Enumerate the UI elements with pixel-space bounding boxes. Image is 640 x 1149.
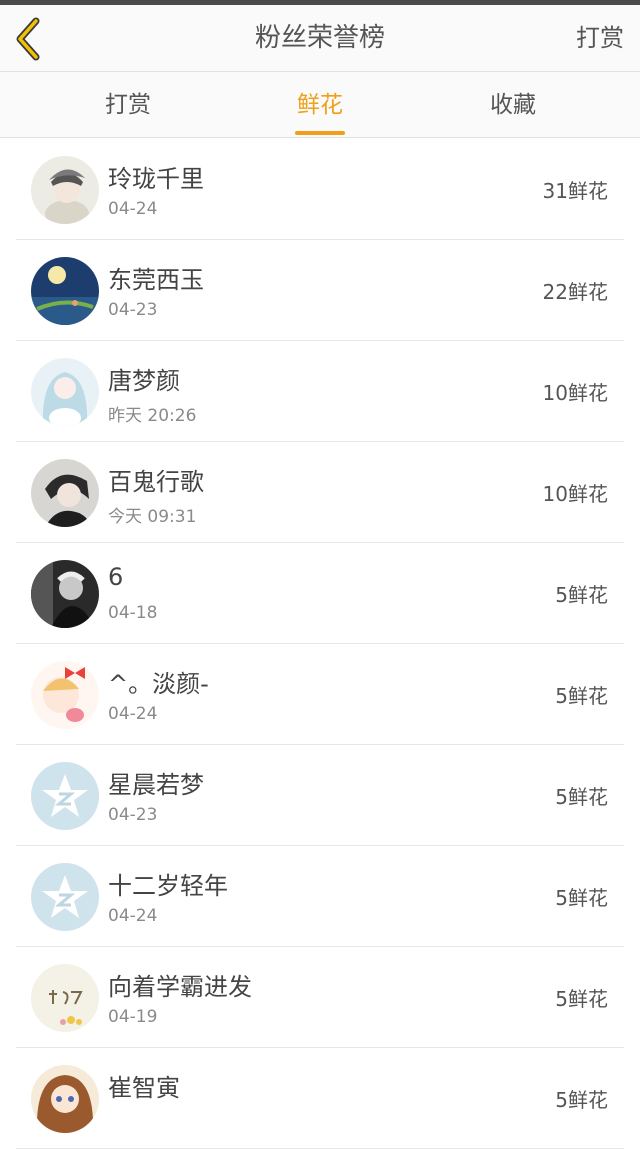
avatar — [31, 1065, 99, 1133]
tab-flowers[interactable]: 鲜花 — [260, 72, 380, 138]
fan-name: 6 — [108, 563, 124, 591]
flower-count: 22鲜花 — [542, 280, 608, 304]
fan-name: 东莞西玉 — [108, 266, 204, 294]
fan-name: 星晨若梦 — [108, 771, 204, 799]
fan-date: 今天 09:31 — [108, 507, 197, 527]
avatar — [31, 156, 99, 224]
active-tab-indicator — [295, 131, 345, 135]
fan-name: 玲珑千里 — [108, 165, 204, 193]
fan-name: 向着学霸进发 — [108, 973, 252, 1001]
avatar — [31, 863, 99, 931]
avatar — [31, 661, 99, 729]
avatar — [31, 257, 99, 325]
fan-name: ^。淡颜- — [108, 670, 209, 698]
tab-reward-label: 打赏 — [105, 92, 151, 118]
tab-favorites-label: 收藏 — [490, 92, 536, 118]
tab-reward[interactable]: 打赏 — [68, 72, 188, 138]
list-item[interactable]: 唐梦颜 昨天 20:26 10鲜花 — [16, 341, 624, 442]
page-title: 粉丝荣誉榜 — [254, 23, 385, 53]
avatar — [31, 459, 99, 527]
flower-count: 5鲜花 — [555, 684, 608, 708]
flower-count: 5鲜花 — [555, 583, 608, 607]
list-item[interactable]: 崔智寅 5鲜花 — [16, 1048, 624, 1149]
fan-name: 唐梦颜 — [108, 367, 180, 395]
tab-favorites[interactable]: 收藏 — [453, 72, 573, 138]
flower-count: 10鲜花 — [542, 482, 608, 506]
fan-date: 04-24 — [108, 199, 158, 219]
avatar — [31, 560, 99, 628]
list-item[interactable]: 玲珑千里 04-24 31鲜花 — [16, 139, 624, 240]
flower-count: 5鲜花 — [555, 785, 608, 809]
fan-date: 昨天 20:26 — [108, 406, 197, 426]
fan-date: 04-19 — [108, 1007, 158, 1027]
fan-name: 百鬼行歌 — [108, 468, 204, 496]
fan-date: 04-23 — [108, 300, 158, 320]
list-item[interactable]: 6 04-18 5鲜花 — [16, 543, 624, 644]
flower-count: 5鲜花 — [555, 987, 608, 1011]
fan-list: 玲珑千里 04-24 31鲜花 东莞西玉 04-23 22鲜花 唐梦颜 昨天 2… — [0, 139, 640, 1149]
list-item[interactable]: 星晨若梦 04-23 5鲜花 — [16, 745, 624, 846]
reward-button[interactable]: 打赏 — [576, 5, 624, 72]
list-item[interactable]: 百鬼行歌 今天 09:31 10鲜花 — [16, 442, 624, 543]
list-item[interactable]: 十二岁轻年 04-24 5鲜花 — [16, 846, 624, 947]
tab-bar: 打赏 鲜花 收藏 — [0, 72, 640, 138]
avatar — [31, 358, 99, 426]
avatar — [31, 762, 99, 830]
fan-name: 十二岁轻年 — [108, 872, 228, 900]
fan-date: 04-23 — [108, 805, 158, 825]
list-item[interactable]: ^。淡颜- 04-24 5鲜花 — [16, 644, 624, 745]
list-item[interactable]: 东莞西玉 04-23 22鲜花 — [16, 240, 624, 341]
flower-count: 31鲜花 — [542, 179, 608, 203]
avatar — [31, 964, 99, 1032]
flower-count: 5鲜花 — [555, 1088, 608, 1112]
fan-date: 04-18 — [108, 603, 158, 623]
flower-count: 5鲜花 — [555, 886, 608, 910]
fan-date: 04-24 — [108, 704, 158, 724]
header-bar: 粉丝荣誉榜 打赏 — [0, 5, 640, 72]
fan-date: 04-24 — [108, 906, 158, 926]
tab-flowers-label: 鲜花 — [297, 92, 343, 118]
list-item[interactable]: 向着学霸进发 04-19 5鲜花 — [16, 947, 624, 1048]
fan-name: 崔智寅 — [108, 1074, 180, 1102]
flower-count: 10鲜花 — [542, 381, 608, 405]
